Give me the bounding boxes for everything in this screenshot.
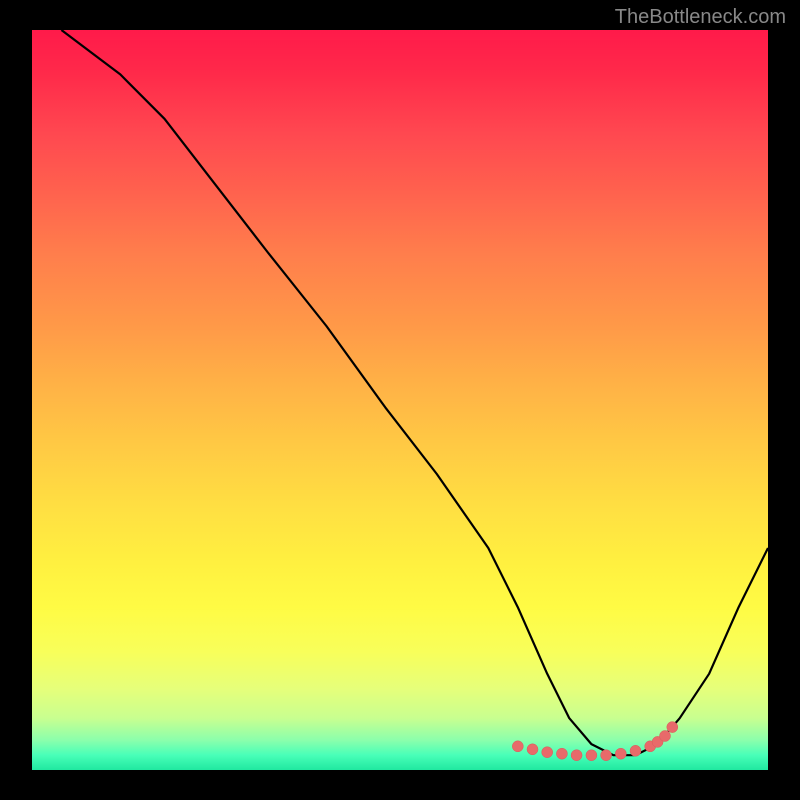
marker-dot [542,747,553,758]
marker-dot [601,750,612,761]
chart-svg [32,30,768,770]
marker-dot [556,748,567,759]
marker-dot [630,745,641,756]
marker-dot [512,741,523,752]
watermark-text: TheBottleneck.com [615,6,786,29]
marker-dot [527,744,538,755]
marker-dot [615,748,626,759]
main-curve-line [61,30,768,755]
marker-dots [512,722,678,761]
marker-dot [667,722,678,733]
marker-dot [660,731,671,742]
marker-dot [571,750,582,761]
marker-dot [586,750,597,761]
plot-area [32,30,768,770]
